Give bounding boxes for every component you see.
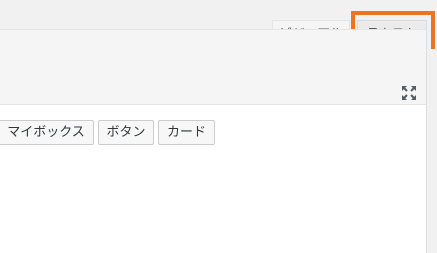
quicktag-card-button[interactable]: カード (158, 120, 215, 145)
editor-textarea[interactable] (0, 154, 426, 253)
quicktag-button-button[interactable]: ボタン (98, 120, 154, 145)
quicktag-mybox-button[interactable]: マイボックス (0, 120, 94, 145)
right-gutter (427, 49, 437, 253)
editor-toolbar (0, 30, 426, 104)
toolbar-divider (0, 104, 426, 105)
fullscreen-icon[interactable] (400, 84, 418, 102)
